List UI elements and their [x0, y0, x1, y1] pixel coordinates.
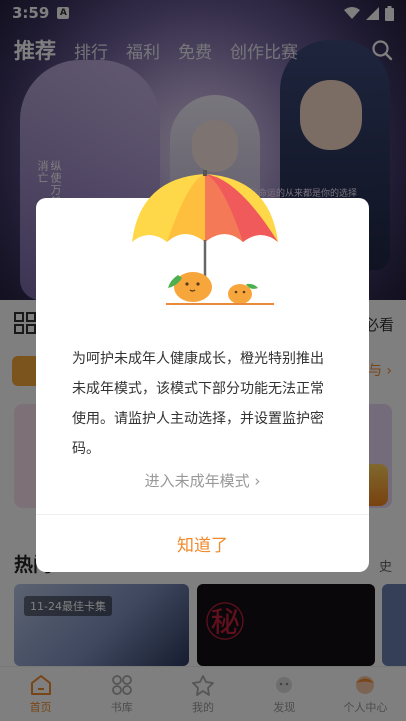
umbrella-oranges-illustration [132, 170, 278, 305]
chevron-right-icon: › [254, 472, 261, 490]
acknowledge-button[interactable]: 知道了 [36, 515, 369, 572]
youth-mode-label: 进入未成年模式 [144, 472, 250, 490]
dialog-message: 为呵护未成年人健康成长，橙光特别推出未成年模式，该模式下部分功能无法正常使用。请… [72, 351, 324, 457]
youth-mode-dialog: 为呵护未成年人健康成长，橙光特别推出未成年模式，该模式下部分功能无法正常使用。请… [36, 170, 369, 572]
enter-youth-mode-link[interactable]: 进入未成年模式 › [36, 470, 369, 491]
